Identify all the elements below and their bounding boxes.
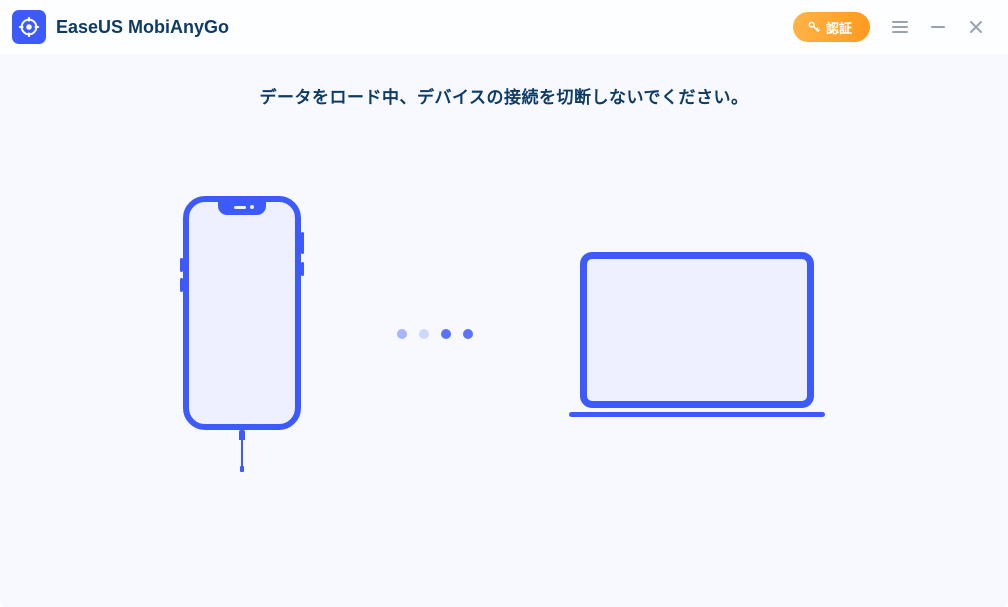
minimize-icon	[930, 19, 946, 35]
connection-illustration	[0, 196, 1008, 472]
content-area: データをロード中、デバイスの接続を切断しないでください。	[0, 55, 1008, 607]
hamburger-icon	[891, 18, 909, 36]
window-controls	[888, 15, 988, 39]
minimize-button[interactable]	[926, 15, 950, 39]
titlebar: EaseUS MobiAnyGo 認証	[0, 0, 1008, 55]
auth-button-label: 認証	[826, 18, 852, 37]
key-icon	[807, 20, 821, 34]
close-button[interactable]	[964, 15, 988, 39]
app-logo-icon	[12, 10, 46, 44]
app-title: EaseUS MobiAnyGo	[56, 17, 229, 38]
menu-button[interactable]	[888, 15, 912, 39]
laptop-icon	[569, 252, 825, 417]
close-icon	[968, 19, 984, 35]
phone-icon	[183, 196, 301, 472]
auth-button[interactable]: 認証	[793, 12, 870, 42]
status-message: データをロード中、デバイスの接続を切断しないでください。	[260, 83, 749, 108]
app-window: EaseUS MobiAnyGo 認証	[0, 0, 1008, 607]
loading-dots-icon	[397, 329, 473, 339]
